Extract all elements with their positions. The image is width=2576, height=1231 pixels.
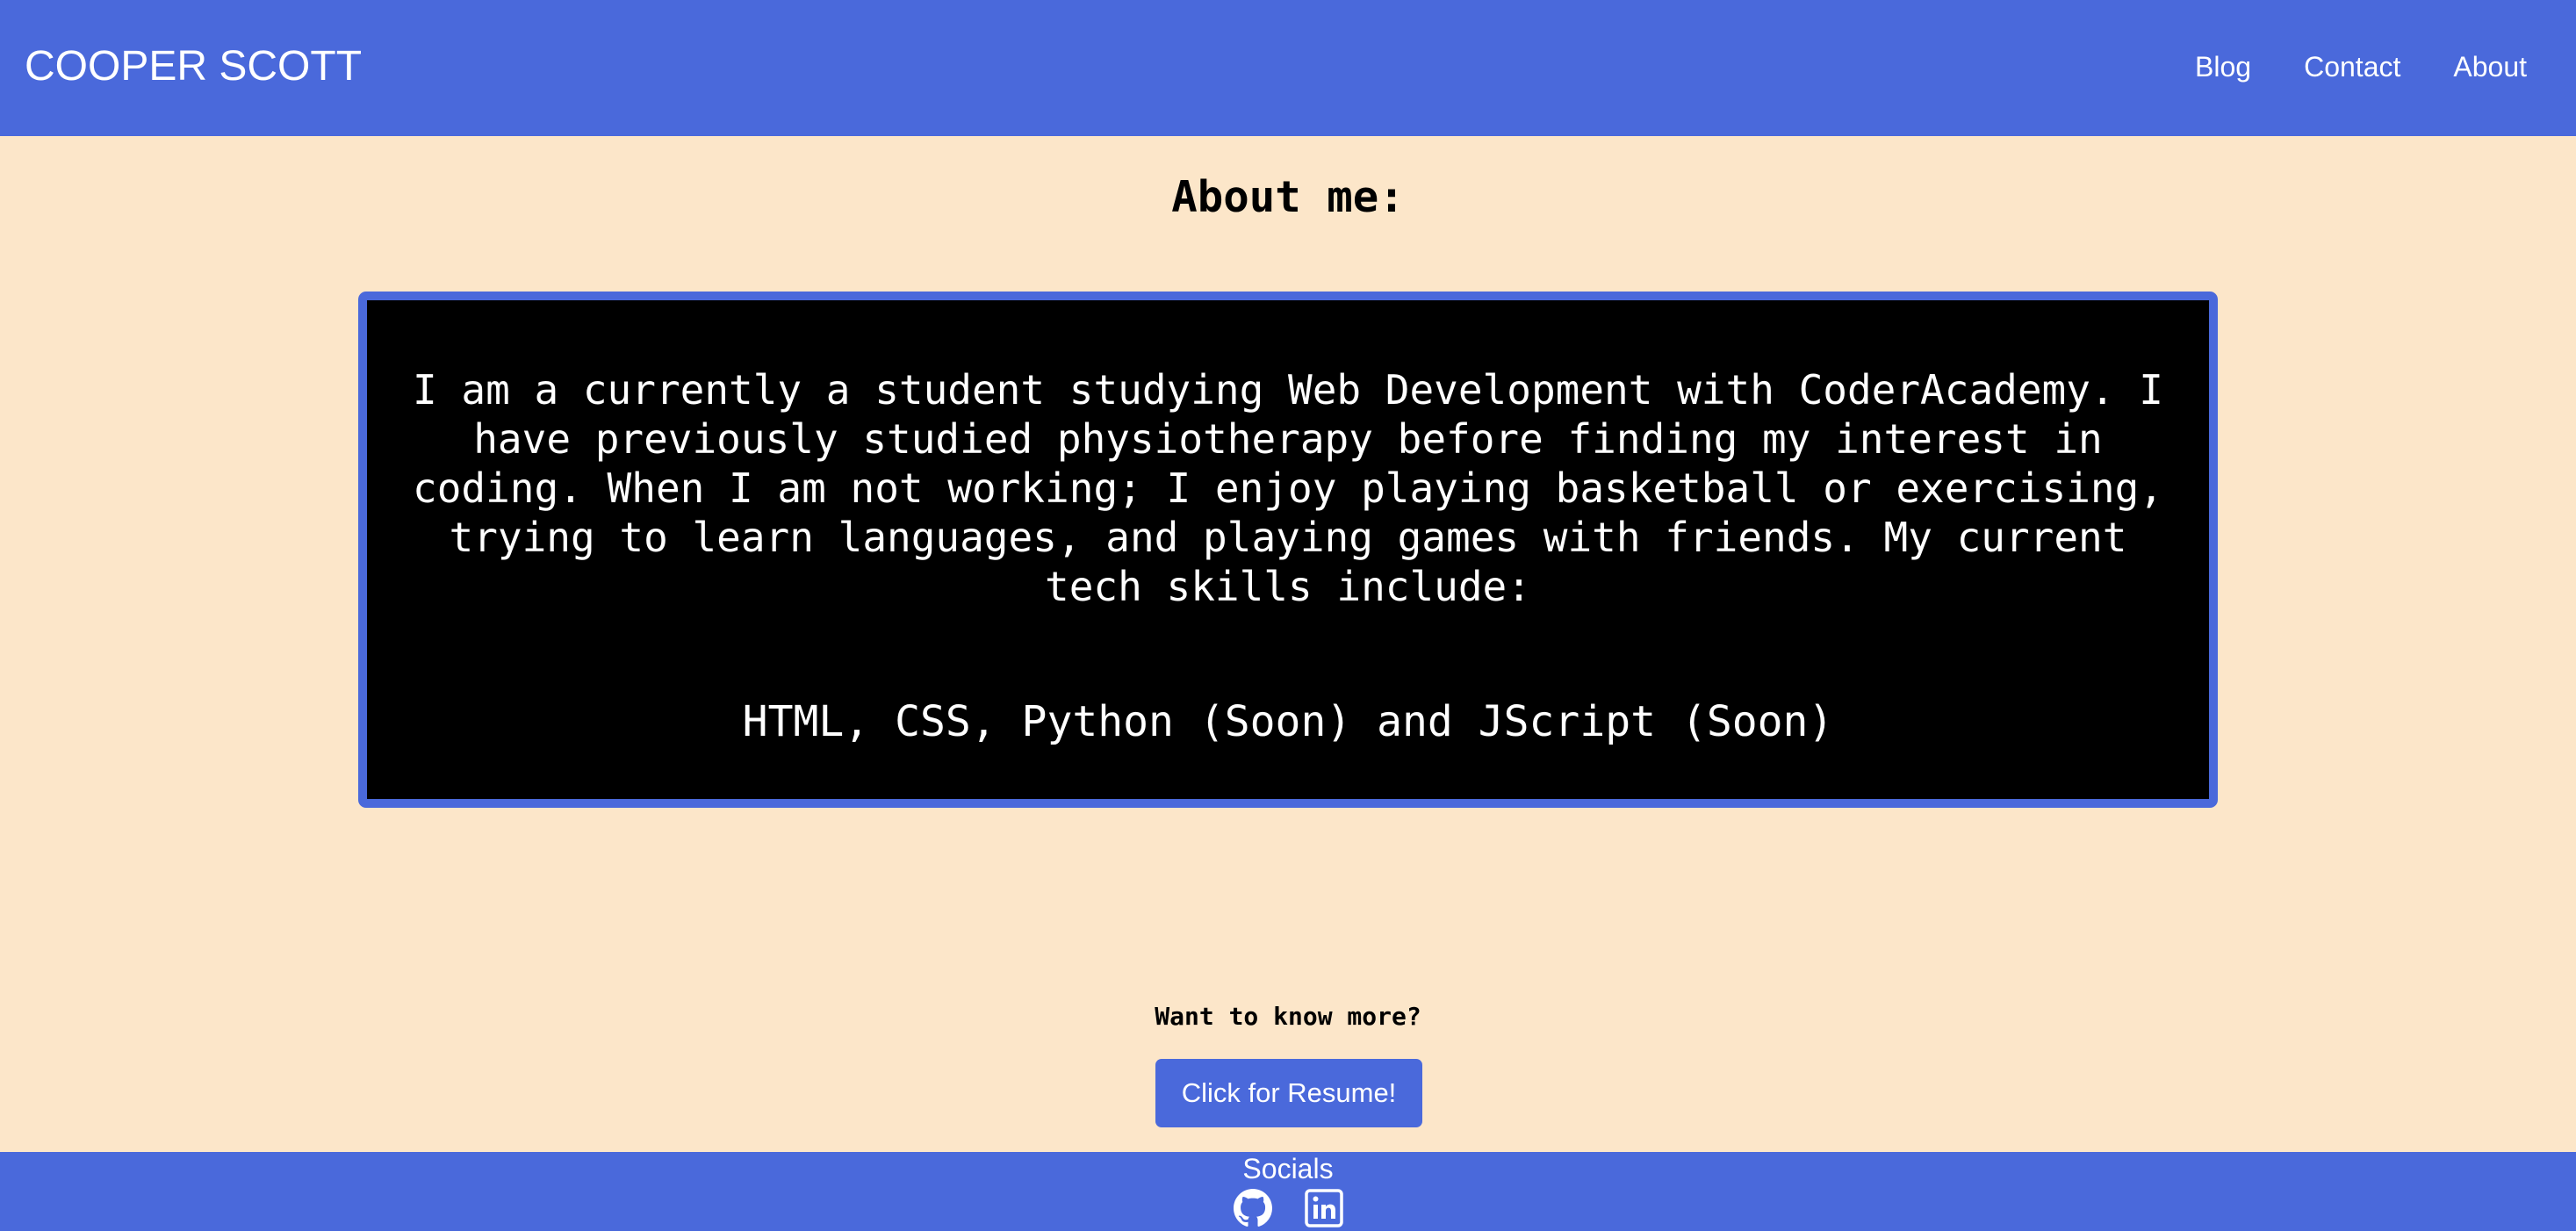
linkedin-icon[interactable] <box>1305 1189 1343 1227</box>
main-nav: Blog Contact About <box>2142 47 2527 86</box>
nav-link-contact[interactable]: Contact <box>2304 47 2400 86</box>
more-info-label: Want to know more? <box>1155 1002 1421 1031</box>
site-brand[interactable]: COOPER SCOTT <box>25 42 362 91</box>
about-description: I am a currently a student studying Web … <box>413 366 2163 610</box>
resume-button[interactable]: Click for Resume! <box>1155 1059 1422 1127</box>
tech-skills: HTML, CSS, Python (Soon) and JScript (So… <box>742 697 1834 746</box>
nav-link-blog[interactable]: Blog <box>2195 47 2251 86</box>
about-box: I am a currently a student studying Web … <box>358 292 2218 808</box>
github-icon-graphic <box>1234 1189 1272 1227</box>
site-footer: Socials <box>0 1152 2576 1231</box>
socials-label: Socials <box>1242 1153 1334 1184</box>
github-icon[interactable] <box>1234 1189 1272 1227</box>
linkedin-icon-graphic <box>1305 1189 1343 1227</box>
nav-link-about[interactable]: About <box>2453 47 2527 86</box>
site-header: COOPER SCOTT Blog Contact About <box>0 0 2576 136</box>
page-title: About me: <box>1171 172 1405 222</box>
